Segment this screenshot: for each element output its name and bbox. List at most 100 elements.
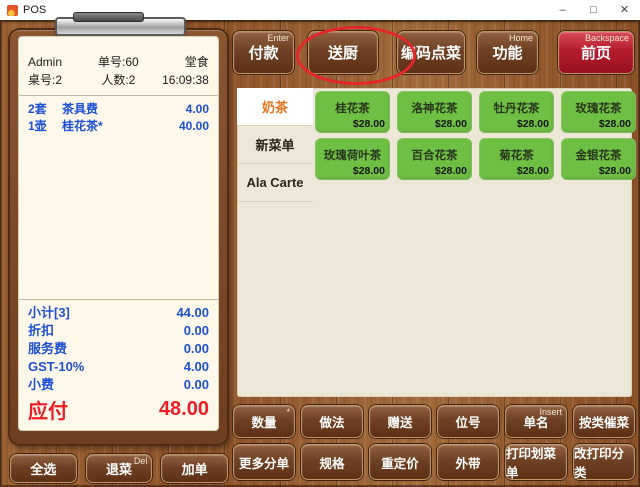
function-bar-row2: 更多分单 规格 重定价 外带 打印划菜单 改打印分类 bbox=[233, 444, 635, 480]
menu-item-price: $28.00 bbox=[353, 165, 385, 177]
menu-item-button[interactable]: 玫瑰荷叶茶 $28.00 bbox=[315, 138, 390, 180]
discount-value: 0.00 bbox=[184, 322, 209, 340]
select-all-button[interactable]: 全选 bbox=[10, 454, 77, 483]
subtotal-label: 小计[3] bbox=[28, 304, 70, 322]
rush-by-category-button[interactable]: 按类催菜 bbox=[573, 405, 635, 438]
button-label: 编码点菜 bbox=[401, 42, 461, 63]
tab-label: 新菜单 bbox=[255, 135, 294, 154]
previous-page-button[interactable]: Backspace 前页 bbox=[558, 31, 634, 74]
service-charge-label: 服务费 bbox=[28, 340, 67, 358]
button-label: 全选 bbox=[30, 459, 56, 478]
payment-button[interactable]: Enter 付款 bbox=[233, 31, 294, 74]
menu-item-button[interactable]: 玫瑰花茶 $28.00 bbox=[561, 91, 636, 133]
button-label: 更多分单 bbox=[239, 453, 289, 472]
void-item-button[interactable]: Del 退菜 bbox=[86, 454, 153, 483]
totals-section: 小计[3] 44.00 折扣 0.00 服务费 0.00 GST-10% 4.0… bbox=[19, 299, 218, 394]
shortcut-key-label: * bbox=[286, 407, 290, 417]
order-item-row[interactable]: 2套 茶具费 4.00 bbox=[28, 101, 209, 118]
cooking-method-button[interactable]: 做法 bbox=[301, 405, 363, 438]
button-label: 规格 bbox=[319, 453, 344, 472]
clipboard-clip-handle bbox=[73, 12, 144, 22]
item-qty: 2套 bbox=[28, 101, 62, 118]
guest-count: 人数:2 bbox=[88, 71, 148, 89]
shortcut-key-label: Enter bbox=[267, 33, 289, 43]
shortcut-key-label: Insert bbox=[539, 407, 562, 417]
main-area: Admin 单号:60 堂食 桌号:2 人数:2 16:09:38 2套 茶具费 bbox=[0, 20, 640, 487]
print-ticket-button[interactable]: 打印划菜单 bbox=[505, 444, 567, 480]
menu-item-button[interactable]: 百合花茶 $28.00 bbox=[397, 138, 472, 180]
button-label: 外带 bbox=[455, 453, 480, 472]
cashier-name: Admin bbox=[28, 53, 88, 71]
tab-label: Ala Carte bbox=[246, 175, 303, 190]
button-label: 重定价 bbox=[381, 453, 419, 472]
specification-button[interactable]: 规格 bbox=[301, 444, 363, 480]
app-icon bbox=[7, 5, 18, 16]
tab-label: 奶茶 bbox=[262, 97, 288, 116]
reprice-button[interactable]: 重定价 bbox=[369, 444, 431, 480]
item-name: 茶具费 bbox=[62, 101, 186, 118]
menu-panel: 奶茶 新菜单 Ala Carte 桂花茶 $28.00 洛神花茶 $28.00 bbox=[237, 88, 632, 397]
amount-due-row: 应付 48.00 bbox=[19, 394, 218, 430]
discount-label: 折扣 bbox=[28, 322, 54, 340]
menu-item-price: $28.00 bbox=[353, 118, 385, 130]
table-number: 桌号:2 bbox=[28, 71, 88, 89]
order-footer-buttons: 全选 Del 退菜 加单 bbox=[10, 454, 228, 483]
order-items-list: 2套 茶具费 4.00 1壶 桂花茶* 40.00 bbox=[19, 96, 218, 137]
menu-item-price: $28.00 bbox=[599, 118, 631, 130]
menu-item-price: $28.00 bbox=[435, 165, 467, 177]
category-sidebar: 奶茶 新菜单 Ala Carte bbox=[237, 88, 313, 397]
button-label: 改打印分类 bbox=[574, 443, 634, 481]
dine-type: 堂食 bbox=[149, 53, 209, 71]
item-name: 桂花茶* bbox=[62, 118, 179, 135]
menu-item-price: $28.00 bbox=[599, 165, 631, 177]
shortcut-key-label: Del bbox=[134, 456, 148, 466]
button-label: 退菜 bbox=[106, 459, 132, 478]
code-order-button[interactable]: 编码点菜 bbox=[397, 31, 465, 74]
category-tab-ala-carte[interactable]: Ala Carte bbox=[237, 164, 313, 202]
button-label: 功能 bbox=[492, 42, 522, 63]
category-tab-new-menu[interactable]: 新菜单 bbox=[237, 126, 313, 164]
close-icon[interactable]: ✕ bbox=[609, 0, 640, 20]
change-print-category-button[interactable]: 改打印分类 bbox=[573, 444, 635, 480]
order-name-button[interactable]: Insert 单名 bbox=[505, 405, 567, 438]
shortcut-key-label: Home bbox=[509, 33, 533, 43]
minimize-icon[interactable]: – bbox=[547, 0, 578, 20]
button-label: 数量 bbox=[251, 412, 276, 431]
button-label: 位号 bbox=[455, 412, 480, 431]
subtotal-value: 44.00 bbox=[176, 304, 209, 322]
amount-due-value: 48.00 bbox=[159, 398, 209, 421]
menu-item-price: $28.00 bbox=[435, 118, 467, 130]
pos-window: POS – □ ✕ Admin 单号:60 堂食 桌号:2 bbox=[0, 0, 640, 487]
takeaway-button[interactable]: 外带 bbox=[437, 444, 499, 480]
receipt-paper: Admin 单号:60 堂食 桌号:2 人数:2 16:09:38 2套 茶具费 bbox=[18, 36, 219, 431]
menu-item-button[interactable]: 洛神花茶 $28.00 bbox=[397, 91, 472, 133]
more-split-order-button[interactable]: 更多分单 bbox=[233, 444, 295, 480]
quantity-button[interactable]: * 数量 bbox=[233, 405, 295, 438]
menu-item-button[interactable]: 桂花茶 $28.00 bbox=[315, 91, 390, 133]
order-clipboard: Admin 单号:60 堂食 桌号:2 人数:2 16:09:38 2套 茶具费 bbox=[8, 28, 229, 446]
menu-item-price: $28.00 bbox=[517, 118, 549, 130]
menu-item-button[interactable]: 金银花茶 $28.00 bbox=[561, 138, 636, 180]
order-time: 16:09:38 bbox=[149, 71, 209, 89]
button-label: 送厨 bbox=[328, 42, 358, 63]
button-label: 加单 bbox=[182, 459, 208, 478]
send-to-kitchen-button[interactable]: 送厨 bbox=[308, 31, 378, 74]
service-charge-value: 0.00 bbox=[184, 340, 209, 358]
menu-grid: 桂花茶 $28.00 洛神花茶 $28.00 牡丹花茶 $28.00 玫瑰花茶 … bbox=[315, 91, 636, 180]
button-label: 前页 bbox=[581, 42, 611, 63]
gst-label: GST-10% bbox=[28, 358, 84, 376]
seat-number-button[interactable]: 位号 bbox=[437, 405, 499, 438]
button-label: 按类催菜 bbox=[579, 412, 629, 431]
menu-item-button[interactable]: 菊花茶 $28.00 bbox=[479, 138, 554, 180]
category-tab-milk-tea[interactable]: 奶茶 bbox=[237, 88, 313, 126]
amount-due-label: 应付 bbox=[28, 395, 68, 424]
order-item-row[interactable]: 1壶 桂花茶* 40.00 bbox=[28, 118, 209, 135]
add-order-button[interactable]: 加单 bbox=[161, 454, 228, 483]
functions-button[interactable]: Home 功能 bbox=[477, 31, 538, 74]
item-price: 40.00 bbox=[179, 118, 209, 135]
tip-label: 小费 bbox=[28, 376, 54, 394]
complimentary-button[interactable]: 赠送 bbox=[369, 405, 431, 438]
gst-value: 4.00 bbox=[184, 358, 209, 376]
menu-item-button[interactable]: 牡丹花茶 $28.00 bbox=[479, 91, 554, 133]
maximize-icon[interactable]: □ bbox=[578, 0, 609, 20]
